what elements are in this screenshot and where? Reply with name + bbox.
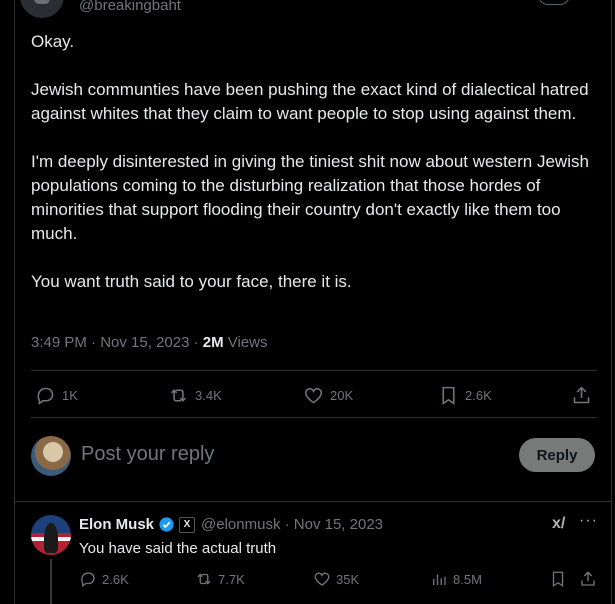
- bookmark-action[interactable]: [549, 570, 567, 588]
- author-handle[interactable]: @breakingbaht: [79, 0, 181, 14]
- reply-count: 2.6K: [102, 571, 129, 587]
- share-action[interactable]: [571, 380, 592, 410]
- divider: [31, 417, 597, 418]
- reply-action[interactable]: 1K: [35, 380, 78, 410]
- heart-icon: [314, 572, 330, 586]
- verified-badge-icon: [159, 517, 174, 532]
- repost-count: 3.4K: [195, 387, 222, 403]
- bookmark-action[interactable]: 2.6K: [438, 380, 492, 410]
- reply-count: 1K: [62, 387, 78, 403]
- reply-author-avatar[interactable]: [31, 515, 71, 555]
- reply-input[interactable]: Post your reply: [81, 443, 214, 466]
- repost-icon: [170, 388, 187, 402]
- user-avatar[interactable]: [31, 436, 71, 476]
- reply-author-name[interactable]: Elon Musk: [79, 516, 154, 533]
- tweet-meta: 3:49 PM · Nov 15, 2023 · 2M Views: [31, 334, 268, 351]
- like-action[interactable]: 35K: [313, 570, 359, 588]
- reply-author-handle-date[interactable]: @elonmusk · Nov 15, 2023: [201, 516, 383, 533]
- views-action[interactable]: 8.5M: [430, 570, 482, 588]
- reply-composer: Post your reply Reply: [31, 436, 597, 476]
- reply-button[interactable]: Reply: [519, 438, 595, 472]
- grok-icon[interactable]: x/: [552, 515, 565, 533]
- repost-count: 7.7K: [218, 571, 245, 587]
- reply-icon: [37, 387, 54, 405]
- like-count: 20K: [330, 387, 354, 403]
- tweet-text: Okay. Jewish communties have been pushin…: [31, 30, 601, 318]
- repost-action[interactable]: 7.7K: [195, 570, 245, 588]
- bookmark-count: 2.6K: [465, 387, 492, 403]
- reply-text: You have said the actual truth: [79, 540, 277, 557]
- tweet-paragraph: Jewish communties have been pushing the …: [31, 80, 589, 123]
- divider: [31, 370, 597, 371]
- tweet-paragraph: Okay.: [31, 32, 75, 51]
- tweet-paragraph: I'm deeply disinterested in giving the t…: [31, 152, 589, 243]
- heart-icon: [304, 387, 323, 403]
- repost-icon: [197, 573, 211, 585]
- like-count: 35K: [336, 571, 360, 587]
- views-count: 8.5M: [453, 571, 482, 587]
- bookmark-icon: [552, 571, 564, 588]
- bookmark-icon: [442, 386, 455, 405]
- x-affiliate-badge-icon: X: [179, 516, 196, 533]
- thread-line: [50, 559, 52, 604]
- more-options-icon[interactable]: ···: [579, 512, 598, 530]
- reply-icon: [81, 572, 95, 588]
- reply-author-header: Elon Musk X @elonmusk · Nov 15, 2023: [79, 516, 383, 533]
- reply-action[interactable]: 2.6K: [79, 570, 129, 588]
- tweet-actions: 1K 3.4K 20K 2.6K: [31, 380, 597, 410]
- reply-tweet-actions: 2.6K 7.7K 35K 8.5M: [79, 570, 599, 592]
- divider: [14, 501, 611, 502]
- views-count[interactable]: 2M: [203, 334, 224, 351]
- analytics-icon: [433, 574, 446, 585]
- tweet-paragraph: You want truth said to your face, there …: [31, 272, 352, 291]
- share-icon: [573, 386, 590, 403]
- views-label: Views: [223, 334, 268, 351]
- share-action[interactable]: [579, 570, 597, 588]
- share-icon: [581, 571, 595, 586]
- like-action[interactable]: 20K: [303, 380, 353, 410]
- repost-action[interactable]: 3.4K: [168, 380, 222, 410]
- tweet-timestamp[interactable]: 3:49 PM · Nov 15, 2023 ·: [31, 334, 203, 351]
